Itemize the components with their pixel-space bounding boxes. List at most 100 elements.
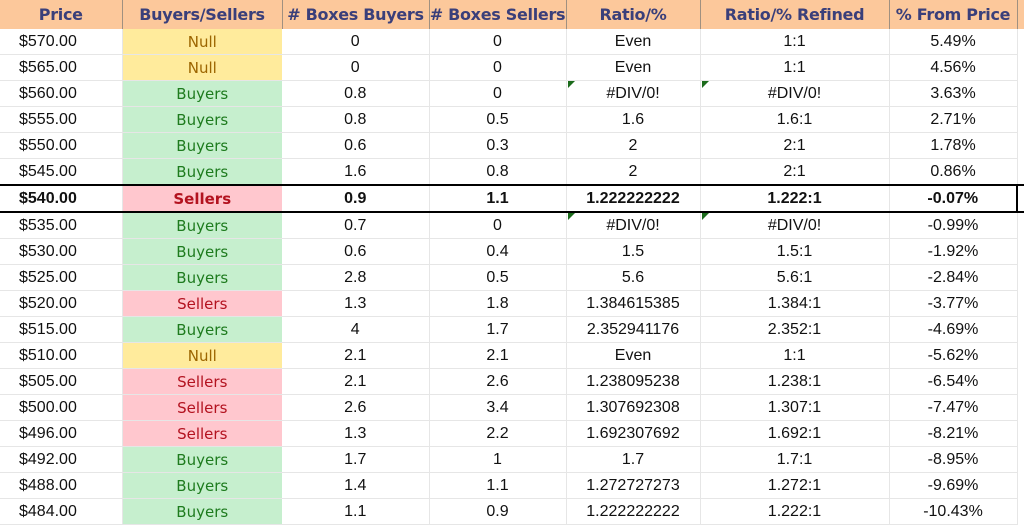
- ratio-refined-cell[interactable]: 1.238:1: [700, 368, 890, 395]
- pct-from-price-cell[interactable]: -7.47%: [889, 394, 1018, 421]
- price-cell[interactable]: $492.00: [0, 446, 123, 473]
- header-price[interactable]: Price: [0, 0, 123, 29]
- price-cell[interactable]: $565.00: [0, 54, 123, 81]
- ratio-refined-cell[interactable]: 1:1: [700, 29, 890, 55]
- boxes-sellers-cell[interactable]: 2.1: [429, 342, 567, 369]
- side-cell[interactable]: Sellers: [122, 420, 282, 447]
- ratio-refined-cell[interactable]: 2:1: [700, 132, 890, 159]
- side-cell[interactable]: Null: [122, 54, 282, 81]
- ratio-cell[interactable]: 1.222222222: [566, 498, 701, 525]
- boxes-sellers-cell[interactable]: 1: [429, 446, 567, 473]
- boxes-buyers-cell[interactable]: 0.8: [282, 106, 430, 133]
- ratio-refined-cell[interactable]: 1.6:1: [700, 106, 890, 133]
- boxes-buyers-cell[interactable]: 0: [282, 54, 430, 81]
- header-pct-from-price[interactable]: % From Price: [889, 0, 1018, 29]
- boxes-sellers-cell[interactable]: 0.4: [429, 238, 567, 265]
- header-ratio[interactable]: Ratio/%: [566, 0, 701, 29]
- boxes-sellers-cell[interactable]: 0: [429, 80, 567, 107]
- side-cell[interactable]: Sellers: [122, 184, 282, 213]
- ratio-refined-cell[interactable]: 1.222:1: [700, 498, 890, 525]
- boxes-buyers-cell[interactable]: 2.1: [282, 342, 430, 369]
- boxes-sellers-cell[interactable]: 0.5: [429, 264, 567, 291]
- pct-from-price-cell[interactable]: -8.21%: [889, 420, 1018, 447]
- pct-from-price-cell[interactable]: 0.86%: [889, 158, 1018, 186]
- error-indicator-icon[interactable]: [567, 213, 575, 220]
- ratio-refined-cell[interactable]: 1:1: [700, 342, 890, 369]
- pct-from-price-cell[interactable]: 3.63%: [889, 80, 1018, 107]
- header-boxes-buyers[interactable]: # Boxes Buyers: [282, 0, 430, 29]
- ratio-refined-cell[interactable]: 5.6:1: [700, 264, 890, 291]
- side-cell[interactable]: Buyers: [122, 446, 282, 473]
- price-cell[interactable]: $560.00: [0, 80, 123, 107]
- price-cell[interactable]: $515.00: [0, 316, 123, 343]
- ratio-cell[interactable]: 1.238095238: [566, 368, 701, 395]
- price-cell[interactable]: $484.00: [0, 498, 123, 525]
- boxes-sellers-cell[interactable]: 0: [429, 54, 567, 81]
- ratio-refined-cell[interactable]: 1.384:1: [700, 290, 890, 317]
- boxes-buyers-cell[interactable]: 0.7: [282, 212, 430, 239]
- boxes-buyers-cell[interactable]: 1.1: [282, 498, 430, 525]
- pct-from-price-cell[interactable]: -0.99%: [889, 212, 1018, 239]
- price-cell[interactable]: $505.00: [0, 368, 123, 395]
- pct-from-price-cell[interactable]: -2.84%: [889, 264, 1018, 291]
- ratio-cell[interactable]: Even: [566, 54, 701, 81]
- ratio-cell[interactable]: 1.5: [566, 238, 701, 265]
- boxes-sellers-cell[interactable]: 0: [429, 29, 567, 55]
- side-cell[interactable]: Null: [122, 29, 282, 55]
- ratio-refined-cell[interactable]: 1.692:1: [700, 420, 890, 447]
- boxes-buyers-cell[interactable]: 0.8: [282, 80, 430, 107]
- boxes-buyers-cell[interactable]: 0.6: [282, 238, 430, 265]
- side-cell[interactable]: Buyers: [122, 316, 282, 343]
- pct-from-price-cell[interactable]: -0.07%: [889, 184, 1018, 213]
- ratio-refined-cell[interactable]: #DIV/0!: [700, 80, 890, 107]
- boxes-buyers-cell[interactable]: 1.6: [282, 158, 430, 186]
- boxes-buyers-cell[interactable]: 2.6: [282, 394, 430, 421]
- ratio-cell[interactable]: 2.352941176: [566, 316, 701, 343]
- ratio-cell[interactable]: 2: [566, 132, 701, 159]
- boxes-sellers-cell[interactable]: 0.8: [429, 158, 567, 186]
- price-cell[interactable]: $535.00: [0, 212, 123, 239]
- boxes-sellers-cell[interactable]: 1.1: [429, 184, 567, 213]
- ratio-cell[interactable]: 1.384615385: [566, 290, 701, 317]
- boxes-buyers-cell[interactable]: 1.3: [282, 420, 430, 447]
- ratio-cell[interactable]: 1.7: [566, 446, 701, 473]
- price-cell[interactable]: $520.00: [0, 290, 123, 317]
- side-cell[interactable]: Sellers: [122, 394, 282, 421]
- pct-from-price-cell[interactable]: -6.54%: [889, 368, 1018, 395]
- side-cell[interactable]: Null: [122, 342, 282, 369]
- price-cell[interactable]: $540.00: [0, 184, 123, 213]
- boxes-sellers-cell[interactable]: 2.2: [429, 420, 567, 447]
- ratio-refined-cell[interactable]: 1:1: [700, 54, 890, 81]
- ratio-cell[interactable]: 1.272727273: [566, 472, 701, 499]
- boxes-buyers-cell[interactable]: 1.3: [282, 290, 430, 317]
- boxes-buyers-cell[interactable]: 0.6: [282, 132, 430, 159]
- side-cell[interactable]: Buyers: [122, 80, 282, 107]
- price-cell[interactable]: $555.00: [0, 106, 123, 133]
- price-cell[interactable]: $570.00: [0, 29, 123, 55]
- boxes-sellers-cell[interactable]: 0: [429, 212, 567, 239]
- header-boxes-sellers[interactable]: # Boxes Sellers: [429, 0, 567, 29]
- ratio-refined-cell[interactable]: 1.307:1: [700, 394, 890, 421]
- price-cell[interactable]: $500.00: [0, 394, 123, 421]
- boxes-sellers-cell[interactable]: 3.4: [429, 394, 567, 421]
- error-indicator-icon[interactable]: [701, 213, 709, 220]
- pct-from-price-cell[interactable]: -4.69%: [889, 316, 1018, 343]
- side-cell[interactable]: Buyers: [122, 132, 282, 159]
- pct-from-price-cell[interactable]: 5.49%: [889, 29, 1018, 55]
- ratio-refined-cell[interactable]: 2.352:1: [700, 316, 890, 343]
- header-ratio-refined[interactable]: Ratio/% Refined: [700, 0, 890, 29]
- boxes-buyers-cell[interactable]: 1.4: [282, 472, 430, 499]
- ratio-refined-cell[interactable]: 1.7:1: [700, 446, 890, 473]
- side-cell[interactable]: Buyers: [122, 498, 282, 525]
- price-cell[interactable]: $488.00: [0, 472, 123, 499]
- ratio-cell[interactable]: Even: [566, 29, 701, 55]
- ratio-cell[interactable]: #DIV/0!: [566, 80, 701, 107]
- price-cell[interactable]: $525.00: [0, 264, 123, 291]
- pct-from-price-cell[interactable]: -8.95%: [889, 446, 1018, 473]
- ratio-cell[interactable]: 1.222222222: [566, 184, 701, 213]
- pct-from-price-cell[interactable]: 4.56%: [889, 54, 1018, 81]
- pct-from-price-cell[interactable]: -10.43%: [889, 498, 1018, 525]
- side-cell[interactable]: Buyers: [122, 238, 282, 265]
- ratio-cell[interactable]: 1.307692308: [566, 394, 701, 421]
- pct-from-price-cell[interactable]: -5.62%: [889, 342, 1018, 369]
